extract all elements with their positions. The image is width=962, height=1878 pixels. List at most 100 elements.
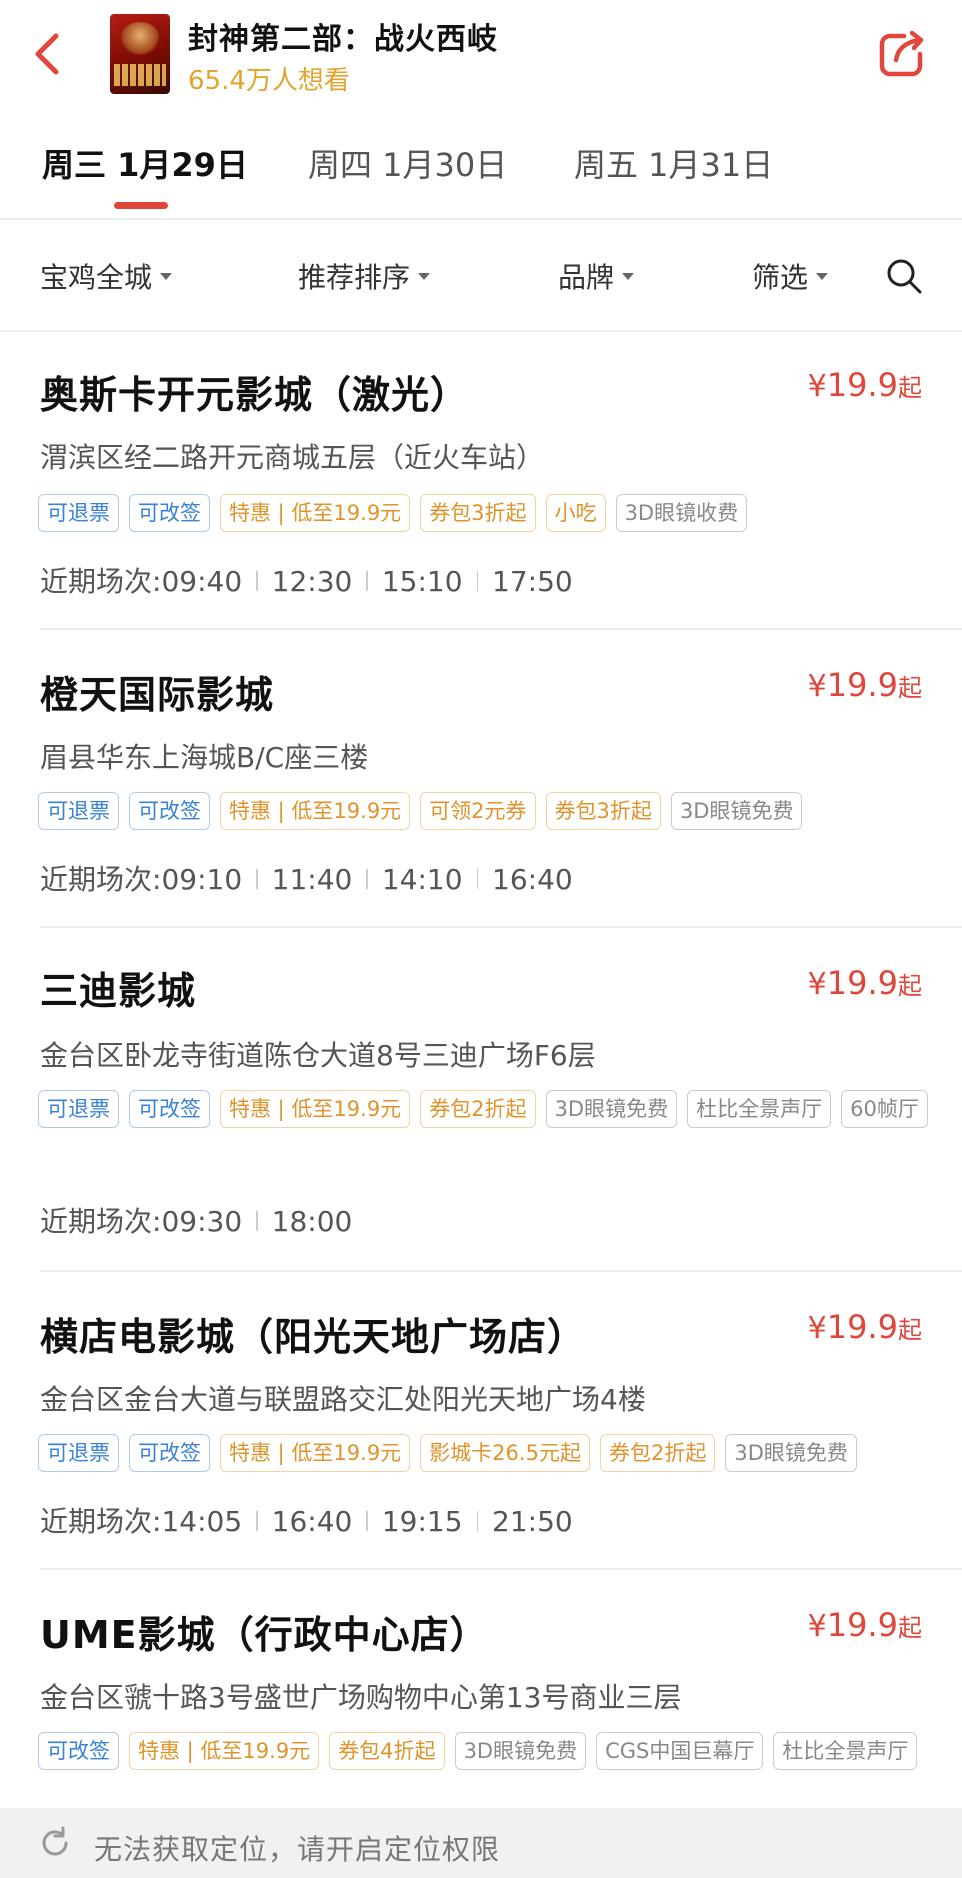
cinema-price: ¥19.9起 [807,366,922,404]
tag-list: 可改签 特惠 | 低至19.9元 券包4折起 3D眼镜免费 CGS中国巨幕厅 杜比全景声厅 [38,1732,928,1770]
movie-title: 封神第二部：战火西岐 [188,22,498,57]
feature-tag: 券包4折起 [329,1732,445,1770]
movie-header: 封神第二部：战火西岐 65.4万人想看 [0,0,962,110]
feature-tag: 3D眼镜收费 [615,494,748,532]
cinema-name: 三迪影城 [40,969,197,1013]
tag-list: 可退票 可改签 特惠 | 低至19.9元 影城卡26.5元起 券包2折起 3D眼镜免费 [38,1434,928,1472]
cinema-name: 横店电影城（阳光天地广场店） [40,1315,587,1359]
filter-sort[interactable]: 推荐排序 [298,256,431,296]
showtime[interactable]: 14:05 [161,1505,242,1538]
showtime[interactable]: 16:40 [492,863,573,896]
cinema-price: ¥19.9起 [807,964,922,1002]
cinema-card[interactable]: 三迪影城 ¥19.9起 金台区卧龙寺街道陈仓大道8号三迪广场F6层 可退票 可改签… [0,928,962,1272]
feature-tag: 3D眼镜免费 [670,792,803,830]
share-icon[interactable] [876,28,928,80]
showtime[interactable]: 21:50 [492,1505,573,1538]
cinema-card[interactable]: 横店电影城（阳光天地广场店） ¥19.9起 金台区金台大道与联盟路交汇处阳光天地… [0,1272,962,1570]
cinema-address: 金台区虢十路3号盛世广场购物中心第13号商业三层 [40,1681,682,1714]
feature-tag: 特惠 | 低至19.9元 [220,494,411,532]
date-tabs: 周三 1月29日 周四 1月30日 周五 1月31日 [0,110,962,220]
showtime[interactable]: 09:30 [161,1205,242,1238]
cinema-price: ¥19.9起 [807,666,922,704]
location-toast[interactable]: 无法获取定位，请开启定位权限 [0,1808,962,1878]
feature-tag: 60帧厅 [841,1090,928,1128]
search-icon[interactable] [886,258,922,294]
feature-tag: 可领2元券 [420,792,536,830]
cinema-price: ¥19.9起 [807,1308,922,1346]
feature-tag: 3D眼镜免费 [454,1732,587,1770]
separator [366,1511,368,1531]
feature-tag: 券包2折起 [420,1090,536,1128]
showtime[interactable]: 19:15 [382,1505,463,1538]
feature-tag: 可退票 [38,1434,119,1472]
feature-tag: 券包2折起 [599,1434,716,1472]
tab-date-0[interactable]: 周三 1月29日 [42,140,248,186]
caret-down-icon [816,272,829,280]
showtime[interactable]: 16:40 [272,1505,353,1538]
tag-list: 可退票 可改签 特惠 | 低至19.9元 券包3折起 小吃 3D眼镜收费 [38,494,928,532]
refresh-icon [42,1826,68,1856]
showtimes: 近期场次:09:40 12:30 15:10 17:50 [40,560,573,600]
filter-area[interactable]: 宝鸡全城 [40,256,173,296]
cinema-card[interactable]: 奥斯卡开元影城（激光） ¥19.9起 渭滨区经二路开元商城五层（近火车站） 可退… [0,332,962,630]
showtimes-label: 近期场次: [40,863,162,896]
feature-tag: 3D眼镜免费 [725,1434,857,1472]
feature-tag: 可退票 [38,792,119,830]
feature-tag: 特惠 | 低至19.9元 [220,792,411,830]
separator [256,1511,258,1531]
showtime[interactable]: 11:40 [272,863,353,896]
showtimes: 近期场次:09:10 11:40 14:10 16:40 [40,858,573,898]
cinema-name: 橙天国际影城 [40,673,275,717]
showtime[interactable]: 09:10 [161,863,242,896]
showtimes-label: 近期场次: [40,1205,162,1238]
feature-tag: 影城卡26.5元起 [420,1434,590,1472]
feature-tag: 杜比全景声厅 [773,1732,918,1770]
separator [256,869,258,889]
feature-tag: 可退票 [38,494,119,532]
showtimes-label: 近期场次: [40,565,162,598]
feature-tag: 可改签 [38,1732,119,1770]
movie-poster[interactable] [110,14,170,94]
feature-tag: 券包3折起 [545,792,661,830]
tag-list: 可退票 可改签 特惠 | 低至19.9元 可领2元券 券包3折起 3D眼镜免费 [38,792,928,830]
cinema-price: ¥19.9起 [807,1606,922,1644]
showtime[interactable]: 09:40 [161,565,242,598]
showtimes: 近期场次:14:05 16:40 19:15 21:50 [40,1500,573,1540]
feature-tag: CGS中国巨幕厅 [596,1732,764,1770]
separator [256,1211,258,1231]
separator [256,571,258,591]
feature-tag: 可改签 [129,792,210,830]
caret-down-icon [160,272,173,280]
feature-tag: 特惠 | 低至19.9元 [129,1732,320,1770]
want-count: 65.4万人想看 [188,66,350,96]
cinema-name: 奥斯卡开元影城（激光） [40,373,470,417]
chevron-left-icon[interactable] [28,28,68,80]
cinema-address: 金台区卧龙寺街道陈仓大道8号三迪广场F6层 [40,1039,596,1072]
tab-date-2[interactable]: 周五 1月31日 [574,140,773,186]
feature-tag: 可改签 [129,1090,210,1128]
separator [366,571,368,591]
cinema-name: UME影城（行政中心店） [40,1613,489,1657]
filter-brand[interactable]: 品牌 [558,256,635,296]
cinema-card[interactable]: 橙天国际影城 ¥19.9起 眉县华东上海城B/C座三楼 可退票 可改签 特惠 | 低… [0,630,962,928]
showtime[interactable]: 18:00 [272,1205,353,1238]
showtimes-label: 近期场次: [40,1505,162,1538]
cinema-address: 渭滨区经二路开元商城五层（近火车站） [40,441,545,474]
separator [476,869,479,889]
filter-bar: 宝鸡全城 推荐排序 品牌 筛选 [0,222,962,332]
cinema-address: 金台区金台大道与联盟路交汇处阳光天地广场4楼 [40,1383,646,1416]
showtime[interactable]: 17:50 [492,565,573,598]
showtimes: 近期场次:09:30 18:00 [40,1200,352,1240]
showtime[interactable]: 12:30 [272,565,353,598]
showtime[interactable]: 15:10 [382,565,463,598]
filter-screen[interactable]: 筛选 [752,256,829,296]
active-tab-indicator [114,202,168,209]
separator [476,1511,479,1531]
caret-down-icon [622,272,635,280]
feature-tag: 特惠 | 低至19.9元 [220,1090,411,1128]
feature-tag: 特惠 | 低至19.9元 [220,1434,411,1472]
separator [366,869,368,889]
tab-date-1[interactable]: 周四 1月30日 [308,140,507,186]
showtime[interactable]: 14:10 [382,863,463,896]
feature-tag: 3D眼镜免费 [545,1090,678,1128]
